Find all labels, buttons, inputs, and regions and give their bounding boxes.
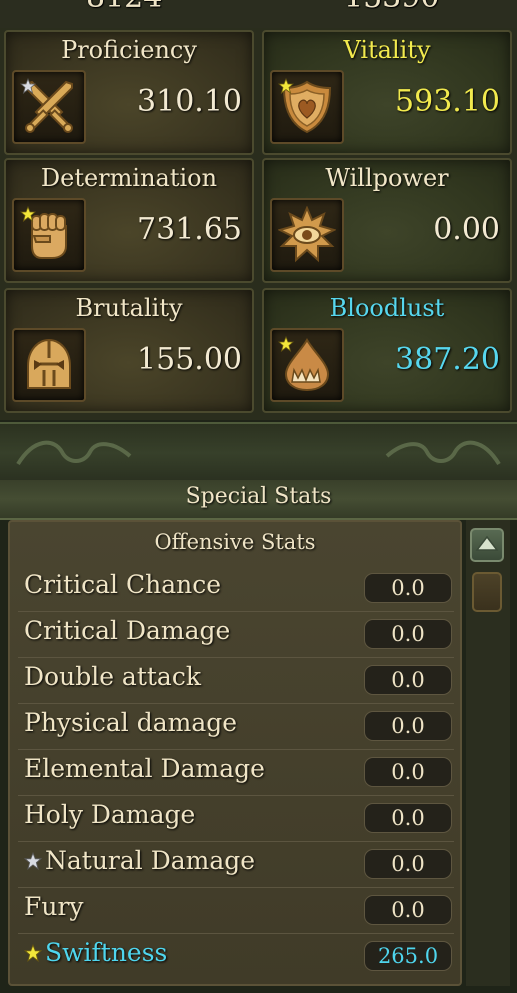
- stat-row-holy-damage: Holy Damage 0.0: [18, 796, 454, 842]
- stat-label: Double attack: [24, 662, 201, 691]
- scroll-thumb[interactable]: [472, 572, 502, 612]
- gold-star-icon: [20, 206, 36, 222]
- top-stat-strip: 8124 15390: [0, 0, 517, 28]
- scroll-up-button[interactable]: [470, 528, 504, 562]
- gold-star-icon: [278, 78, 294, 94]
- stat-label: Critical Chance: [24, 570, 221, 599]
- stat-row-critical-chance: Critical Chance 0.0: [18, 566, 454, 612]
- attribute-value: 155.00: [137, 342, 242, 377]
- stat-label-with-star: Natural Damage: [24, 846, 255, 875]
- scroll-ornament-icon: [385, 440, 501, 466]
- stat-value: 0.0: [364, 849, 452, 879]
- fist-icon: [12, 198, 86, 272]
- stat-label: Swiftness: [45, 938, 168, 967]
- attribute-value: 0.00: [433, 212, 500, 247]
- attribute-grid: Proficiency 310.10 Vitality 593.10 Deter…: [0, 28, 517, 420]
- stat-label: Physical damage: [24, 708, 238, 737]
- attribute-tile-vitality[interactable]: Vitality 593.10: [262, 30, 512, 155]
- stat-row-elemental-damage: Elemental Damage 0.0: [18, 750, 454, 796]
- stat-value: 0.0: [364, 711, 452, 741]
- fanged-drop-icon: [270, 328, 344, 402]
- gold-star-icon: [24, 943, 42, 962]
- silver-star-icon: [20, 78, 36, 94]
- stat-label: Holy Damage: [24, 800, 196, 829]
- spiked-eye-icon: [270, 198, 344, 272]
- crossed-swords-icon: [12, 70, 86, 144]
- scroll-ornament-icon: [16, 440, 132, 466]
- stat-label: Elemental Damage: [24, 754, 265, 783]
- stat-value: 0.0: [364, 665, 452, 695]
- stat-value: 0.0: [364, 619, 452, 649]
- top-value-right: 15390: [344, 0, 439, 15]
- attribute-tile-willpower[interactable]: Willpower 0.00: [262, 158, 512, 283]
- stat-value: 265.0: [364, 941, 452, 971]
- stat-row-physical-damage: Physical damage 0.0: [18, 704, 454, 750]
- stat-label: Critical Damage: [24, 616, 231, 645]
- offensive-stats-title: Offensive Stats: [154, 530, 316, 554]
- attribute-label: Determination: [40, 164, 218, 192]
- attribute-label: Brutality: [75, 294, 183, 322]
- silver-star-icon: [24, 851, 42, 870]
- stat-label-with-star: Swiftness: [24, 938, 167, 967]
- attribute-value: 387.20: [395, 342, 500, 377]
- attribute-tile-proficiency[interactable]: Proficiency 310.10: [4, 30, 254, 155]
- stat-value: 0.0: [364, 803, 452, 833]
- offensive-stats-panel: Offensive Stats Critical Chance 0.0 Crit…: [8, 520, 462, 986]
- attribute-tile-determination[interactable]: Determination 731.65: [4, 158, 254, 283]
- attribute-value: 731.65: [137, 212, 242, 247]
- heart-shield-icon: [270, 70, 344, 144]
- stat-value: 0.0: [364, 895, 452, 925]
- attribute-tile-brutality[interactable]: Brutality 155.00: [4, 288, 254, 413]
- attribute-label: Vitality: [343, 36, 431, 64]
- attribute-tile-bloodlust[interactable]: Bloodlust 387.20: [262, 288, 512, 413]
- special-stats-title: Special Stats: [185, 484, 332, 509]
- stat-row-critical-damage: Critical Damage 0.0: [18, 612, 454, 658]
- attribute-label: Proficiency: [61, 36, 197, 64]
- stat-value: 0.0: [364, 757, 452, 787]
- stat-row-swiftness: Swiftness 265.0: [18, 934, 454, 980]
- attribute-value: 310.10: [137, 84, 242, 119]
- attribute-label: Bloodlust: [329, 294, 445, 322]
- chevron-up-icon: [475, 535, 499, 551]
- stat-row-natural-damage: Natural Damage 0.0: [18, 842, 454, 888]
- stat-row-double-attack: Double attack 0.0: [18, 658, 454, 704]
- top-value-left: 8124: [86, 0, 162, 15]
- gold-star-icon: [278, 336, 294, 352]
- attribute-label: Willpower: [325, 164, 449, 192]
- ornament-divider: [0, 422, 517, 484]
- stat-value: 0.0: [364, 573, 452, 603]
- helmet-icon: [12, 328, 86, 402]
- stat-label: Natural Damage: [45, 846, 256, 875]
- attribute-value: 593.10: [395, 84, 500, 119]
- special-stats-header: Special Stats: [0, 480, 517, 520]
- stats-scrollbar[interactable]: [466, 520, 510, 986]
- stat-label: Fury: [24, 892, 84, 921]
- stat-row-fury: Fury 0.0: [18, 888, 454, 934]
